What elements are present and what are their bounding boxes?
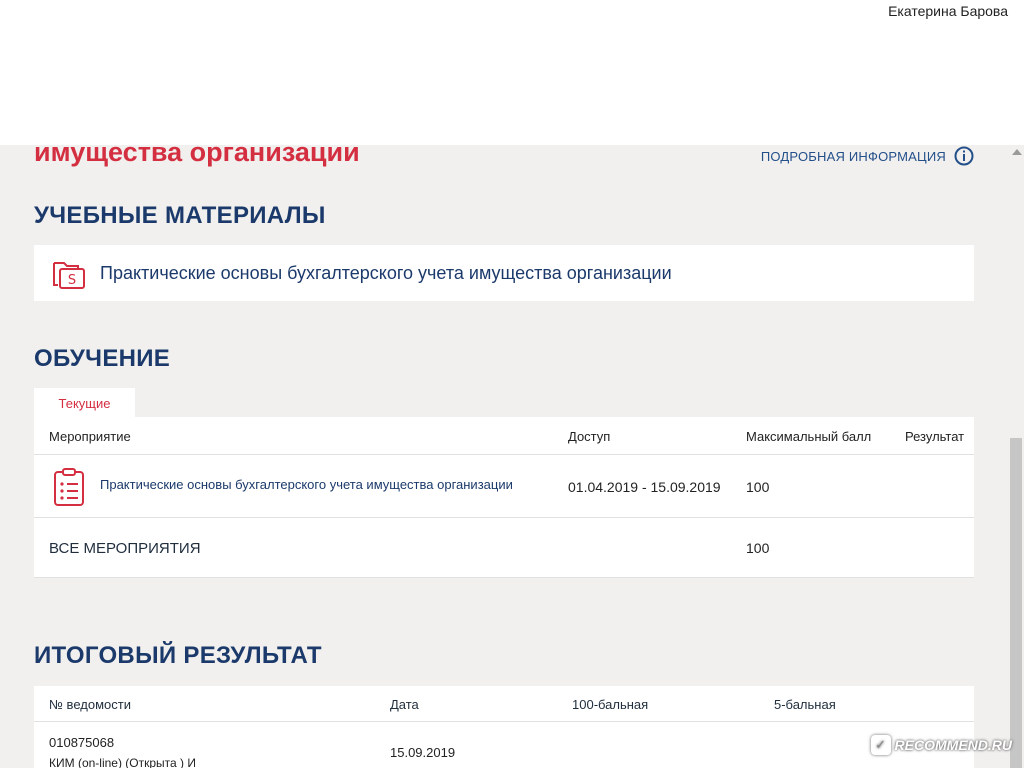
event-link[interactable]: Практические основы бухгалтерского учета… [100,477,513,492]
statement-description: КИМ (on-line) (Открыта ) И [49,756,196,768]
event-access: 01.04.2019 - 15.09.2019 [568,479,721,495]
column-score100: 100-бальная [572,697,649,712]
training-table-header: Мероприятие Доступ Максимальный балл Рез… [34,417,974,455]
scroll-up-arrow-icon[interactable] [1012,149,1022,155]
training-table: Мероприятие Доступ Максимальный балл Рез… [34,417,974,578]
more-info-label: ПОДРОБНАЯ ИНФОРМАЦИЯ [760,148,946,164]
final-table-header: № ведомости Дата 100-бальная 5-бальная [34,686,974,722]
column-access: Доступ [568,429,611,444]
event-max-score: 100 [746,479,770,495]
training-heading: ОБУЧЕНИЕ [34,345,171,372]
material-card[interactable]: S Практические основы бухгалтерского уче… [34,245,974,301]
svg-text:S: S [68,273,76,288]
table-row: Практические основы бухгалтерского учета… [34,455,974,518]
more-info-link[interactable]: ПОДРОБНАЯ ИНФОРМАЦИЯ [761,146,974,166]
statement-number: 010875068 [49,735,115,750]
column-event: Мероприятие [49,429,131,444]
scroll-thumb[interactable] [1010,438,1022,768]
statement-date: 15.09.2019 [390,745,456,760]
watermark-text: RECOMMEND.RU [894,737,1012,753]
final-result-table: № ведомости Дата 100-бальная 5-бальная 0… [34,686,974,768]
main-content: имущества организации ПОДРОБНАЯ ИНФОРМАЦ… [0,145,1010,768]
column-date: Дата [390,697,419,712]
tab-current[interactable]: Текущие [34,388,135,418]
recommend-logo-icon: ✓ [870,735,891,755]
course-title: имущества организации [34,145,360,167]
column-statement-no: № ведомости [49,697,131,712]
total-row: ВСЕ МЕРОПРИЯТИЯ 100 [34,518,974,578]
material-link[interactable]: Практические основы бухгалтерского учета… [100,263,672,284]
column-score5: 5-бальная [774,697,836,712]
materials-heading: УЧЕБНЫЕ МАТЕРИАЛЫ [34,202,326,229]
final-result-heading: ИТОГОВЫЙ РЕЗУЛЬТАТ [34,642,322,669]
user-name[interactable]: Екатерина Барова [888,3,1008,19]
total-label: ВСЕ МЕРОПРИЯТИЯ [49,540,201,557]
scrollbar[interactable] [1010,145,1024,768]
column-result: Результат [905,429,965,444]
recommend-watermark: ✓ RECOMMEND.RU [870,735,1012,755]
folder-document-icon: S [53,262,85,289]
clipboard-list-icon [54,468,84,506]
info-icon [954,146,974,166]
column-max-score: Максимальный балл [746,429,872,444]
top-bar: Екатерина Барова [0,0,1024,145]
total-max-score: 100 [746,540,770,556]
